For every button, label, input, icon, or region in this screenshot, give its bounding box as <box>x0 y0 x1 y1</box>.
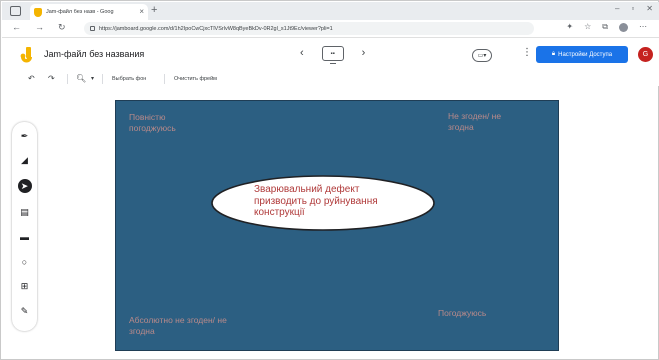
jam-canvas[interactable]: Повністю погоджуюсь Не згоден/ не згодна… <box>115 100 559 351</box>
extension-icon[interactable]: ✦ <box>566 23 573 32</box>
new-tab-icon[interactable]: + <box>151 5 157 16</box>
present-icon: ▭▾ <box>477 53 487 59</box>
url-field[interactable]: https://jamboard.google.com/d/1h2IpoCwCj… <box>84 22 534 35</box>
minimize-icon[interactable]: – <box>615 4 619 13</box>
set-background-button[interactable]: Выбрать фон <box>112 76 146 82</box>
tools-palette: ✒ ◢ ➤ ▤ ▬ ○ ⊞ ✎ <box>12 122 37 331</box>
share-button-label: Настройки Доступа <box>558 51 613 58</box>
window-close-icon[interactable]: ✕ <box>646 4 653 13</box>
zoom-icon[interactable]: 🔍︎ <box>76 75 86 83</box>
back-icon[interactable]: ← <box>12 23 21 32</box>
maximize-icon[interactable]: ▫ <box>631 4 634 13</box>
ellipse-text[interactable]: Зварювальний дефект призводить до руйнув… <box>254 184 414 219</box>
browser-menu-icon[interactable]: ⋯ <box>639 23 647 32</box>
next-frame-icon[interactable]: › <box>362 48 366 59</box>
jamboard-logo-icon[interactable] <box>20 47 33 64</box>
window-controls: – ▫ ✕ <box>615 4 653 13</box>
collections-icon[interactable]: ⧉ <box>602 23 608 32</box>
editing-toolbar: ↶ ↷ 🔍︎ ▾ Выбрать фон Очистить фрейм <box>2 72 659 86</box>
eraser-icon[interactable]: ◢ <box>18 154 31 167</box>
select-cursor-icon[interactable]: ➤ <box>17 179 32 193</box>
tab-title: Jam-файл без назв - Goog <box>46 9 114 15</box>
redo-icon[interactable]: ↷ <box>48 75 55 83</box>
close-icon[interactable]: × <box>139 8 144 16</box>
browser-extension-icons: ✦ ☆ ⧉ ⋯ <box>566 23 647 32</box>
screenshot-frame: Jam-файл без назв - Goog × + – ▫ ✕ ← → ↻… <box>0 0 659 360</box>
pen-icon[interactable]: ✒ <box>18 130 31 143</box>
clear-frame-button[interactable]: Очистить фрейм <box>174 76 217 82</box>
app-header: Jam-файл без названия ‹ ▪▪ › ▭▾ ⋮ 🔒︎ Нас… <box>2 38 659 72</box>
note-bottom-left[interactable]: Абсолютно не згоден/ не згодна <box>129 315 239 336</box>
address-bar: ← → ↻ https://jamboard.google.com/d/1h2I… <box>2 20 659 38</box>
zoom-dropdown-icon[interactable]: ▾ <box>91 76 94 82</box>
note-bottom-right[interactable]: Погоджуюсь <box>438 308 528 319</box>
note-top-right[interactable]: Не згоден/ не згодна <box>448 111 528 132</box>
note-top-left[interactable]: Повністю погоджуюсь <box>129 112 209 133</box>
url-text: https://jamboard.google.com/d/1h2IpoCwCj… <box>99 25 333 32</box>
laser-icon[interactable]: ✎ <box>18 305 31 318</box>
jamboard-favicon-icon <box>34 7 42 17</box>
avatar-initial: G <box>642 51 649 58</box>
browser-tab[interactable]: Jam-файл без назв - Goog × <box>30 4 148 20</box>
reload-icon[interactable]: ↻ <box>58 23 66 32</box>
sticky-note-icon[interactable]: ▤ <box>18 206 31 219</box>
text-box-icon[interactable]: ⊞ <box>18 280 31 293</box>
frame-bar-icon[interactable]: ▪▪ <box>321 46 344 64</box>
toolbar-divider <box>67 74 68 84</box>
add-image-icon[interactable]: ▬ <box>18 231 31 244</box>
toolbar-divider <box>164 74 165 84</box>
share-lock-icon: 🔒︎ <box>551 51 556 57</box>
profile-icon[interactable] <box>619 23 628 32</box>
browser-tab-bar: Jam-файл без назв - Goog × + – ▫ ✕ <box>2 2 659 20</box>
frame-navigator: ‹ ▪▪ › <box>300 46 366 64</box>
toolbar-divider <box>102 74 103 84</box>
circle-shape-icon[interactable]: ○ <box>18 256 31 269</box>
favorites-icon[interactable]: ☆ <box>584 23 591 32</box>
share-button[interactable]: 🔒︎ Настройки Доступа <box>536 46 628 63</box>
present-button[interactable]: ▭▾ <box>472 49 492 62</box>
document-title[interactable]: Jam-файл без названия <box>44 49 144 59</box>
avatar[interactable]: G <box>638 47 653 62</box>
tab-actions-icon[interactable] <box>10 6 21 16</box>
more-options-icon[interactable]: ⋮ <box>522 48 532 58</box>
forward-icon[interactable]: → <box>35 23 44 32</box>
previous-frame-icon[interactable]: ‹ <box>300 48 304 59</box>
lock-icon <box>90 26 95 31</box>
undo-icon[interactable]: ↶ <box>28 75 35 83</box>
